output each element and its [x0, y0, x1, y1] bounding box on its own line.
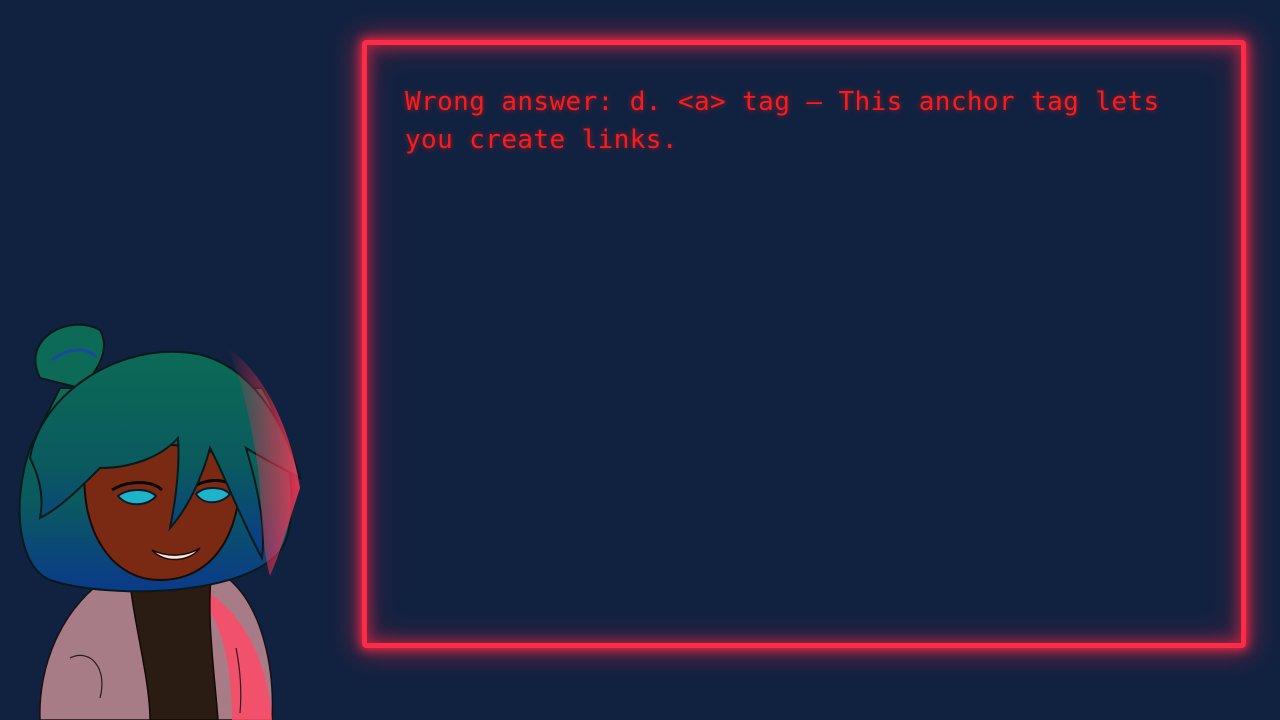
- dialogue-box[interactable]: Wrong answer: d. <a> tag – This anchor t…: [362, 40, 1246, 648]
- character-portrait: [18, 323, 302, 720]
- dialogue-text: Wrong answer: d. <a> tag – This anchor t…: [405, 87, 1160, 155]
- game-stage: Wrong answer: d. <a> tag – This anchor t…: [0, 0, 1280, 720]
